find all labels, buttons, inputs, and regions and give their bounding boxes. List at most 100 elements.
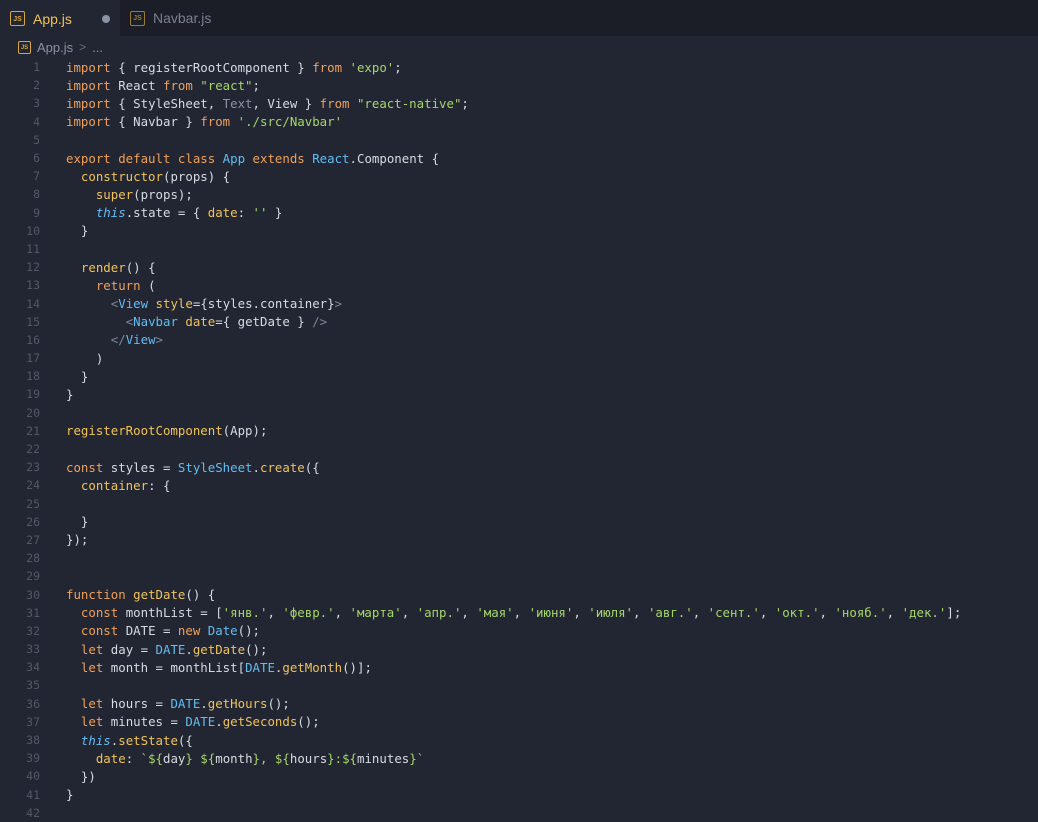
code-token: ,: [334, 605, 350, 621]
breadcrumb-symbols[interactable]: ...: [92, 40, 103, 55]
code-line[interactable]: 34 let month = monthList[DATE.getMonth()…: [0, 658, 1038, 676]
code-token: ()];: [342, 659, 372, 675]
code-token: }: [66, 386, 74, 402]
code-line[interactable]: 2 import React from "react";: [0, 76, 1038, 94]
code-line[interactable]: 33 let day = DATE.getDate();: [0, 640, 1038, 658]
code-line[interactable]: 19}: [0, 385, 1038, 403]
code-text: }: [40, 223, 88, 238]
code-token: .: [200, 696, 208, 712]
code-token: 'июля': [588, 605, 634, 621]
tab-navbar-js[interactable]: JS Navbar.js: [120, 0, 230, 36]
code-line[interactable]: 13 return (: [0, 276, 1038, 294]
code-token: }: [66, 223, 89, 239]
code-line[interactable]: 40 }): [0, 767, 1038, 785]
line-number: 7: [33, 169, 40, 184]
code-token: ,: [759, 605, 775, 621]
code-line[interactable]: 38 this.setState({: [0, 731, 1038, 749]
code-token: day =: [103, 641, 156, 657]
code-line[interactable]: 5: [0, 131, 1038, 149]
code-line[interactable]: 28: [0, 549, 1038, 567]
code-token: getDate: [192, 641, 246, 657]
code-line[interactable]: 36 let hours = DATE.getHours();: [0, 695, 1038, 713]
code-token: ({: [304, 459, 320, 475]
code-editor[interactable]: 1 import { registerRootComponent } from '…: [0, 58, 1038, 820]
code-line[interactable]: 24 container: {: [0, 476, 1038, 494]
code-line[interactable]: 18 }: [0, 367, 1038, 385]
code-line[interactable]: 25: [0, 495, 1038, 513]
code-token: export default class: [66, 150, 216, 166]
code-line[interactable]: 15 <Navbar date={ getDate } />: [0, 313, 1038, 331]
code-line[interactable]: 29: [0, 567, 1038, 585]
code-line[interactable]: 4 import { Navbar } from './src/Navbar': [0, 113, 1038, 131]
code-token: ();: [297, 714, 320, 730]
code-line[interactable]: 11: [0, 240, 1038, 258]
tab-bar: JS App.js JS Navbar.js: [0, 0, 1038, 36]
code-token: let: [80, 659, 104, 675]
code-line[interactable]: 6 export default class App extends React.…: [0, 149, 1038, 167]
line-number: 32: [26, 623, 40, 638]
code-line[interactable]: 31 const monthList = ['янв.', 'февр.', '…: [0, 604, 1038, 622]
code-token: : {: [148, 477, 171, 493]
code-token: ,: [633, 605, 648, 621]
code-line[interactable]: 23 const styles = StyleSheet.create({: [0, 458, 1038, 476]
code-token: DATE: [170, 696, 201, 712]
code-token: ();: [267, 696, 290, 712]
code-line[interactable]: 1 import { registerRootComponent } from '…: [0, 58, 1038, 76]
code-token: ,: [692, 605, 708, 621]
code-token: getDate: [133, 587, 186, 603]
code-token: 'нояб.': [834, 605, 887, 621]
code-line[interactable]: 35: [0, 676, 1038, 694]
code-text: }): [40, 769, 96, 784]
code-text: import { registerRootComponent } from 'e…: [40, 60, 402, 75]
code-line[interactable]: 14 <View style={styles.container}>: [0, 294, 1038, 312]
line-number: 3: [33, 96, 40, 111]
code-line[interactable]: 32 const DATE = new Date();: [0, 622, 1038, 640]
code-token: new: [177, 623, 201, 639]
code-line[interactable]: 26 }: [0, 513, 1038, 531]
code-line[interactable]: 3 import { StyleSheet, Text, View } from …: [0, 94, 1038, 112]
breadcrumb: JS App.js > ...: [0, 36, 1038, 58]
code-line[interactable]: 10 }: [0, 222, 1038, 240]
line-number: 1: [33, 60, 40, 75]
code-line[interactable]: 12 render() {: [0, 258, 1038, 276]
code-line[interactable]: 7 constructor(props) {: [0, 167, 1038, 185]
code-token: ;: [252, 77, 260, 93]
code-line[interactable]: 37 let minutes = DATE.getSeconds();: [0, 713, 1038, 731]
line-number: 24: [26, 478, 40, 493]
code-token: Navbar: [133, 314, 178, 330]
code-line[interactable]: 21 registerRootComponent(App);: [0, 422, 1038, 440]
tab-label: Navbar.js: [153, 10, 212, 26]
line-number: 38: [26, 733, 40, 748]
code-line[interactable]: 16 </View>: [0, 331, 1038, 349]
code-line[interactable]: 27});: [0, 531, 1038, 549]
code-line[interactable]: 17 ): [0, 349, 1038, 367]
code-token: ;: [461, 95, 469, 111]
code-line[interactable]: 30 function getDate() {: [0, 585, 1038, 603]
breadcrumb-file[interactable]: App.js: [37, 40, 73, 55]
code-line[interactable]: 39 date: `${day} ${month}, ${hours}:${mi…: [0, 749, 1038, 767]
code-line[interactable]: 20: [0, 404, 1038, 422]
code-line[interactable]: 8 super(props);: [0, 185, 1038, 203]
code-text: render() {: [40, 260, 156, 275]
unsaved-changes-dot-icon[interactable]: [102, 14, 110, 23]
line-number: 9: [33, 205, 40, 220]
code-text: </View>: [40, 332, 163, 347]
code-line[interactable]: 9 this.state = { date: '' }: [0, 204, 1038, 222]
code-token: }:${: [327, 750, 358, 766]
code-token: .: [349, 150, 357, 166]
code-token: />: [312, 314, 328, 330]
tab-app-js[interactable]: JS App.js: [0, 0, 120, 36]
code-line[interactable]: 22: [0, 440, 1038, 458]
code-line[interactable]: 42: [0, 804, 1038, 822]
code-text: let hours = DATE.getHours();: [40, 696, 290, 711]
code-token: :: [237, 205, 253, 221]
code-token: from: [162, 77, 193, 93]
code-token: .: [185, 641, 193, 657]
code-token: 'февр.': [282, 605, 335, 621]
code-token: create: [260, 459, 305, 475]
